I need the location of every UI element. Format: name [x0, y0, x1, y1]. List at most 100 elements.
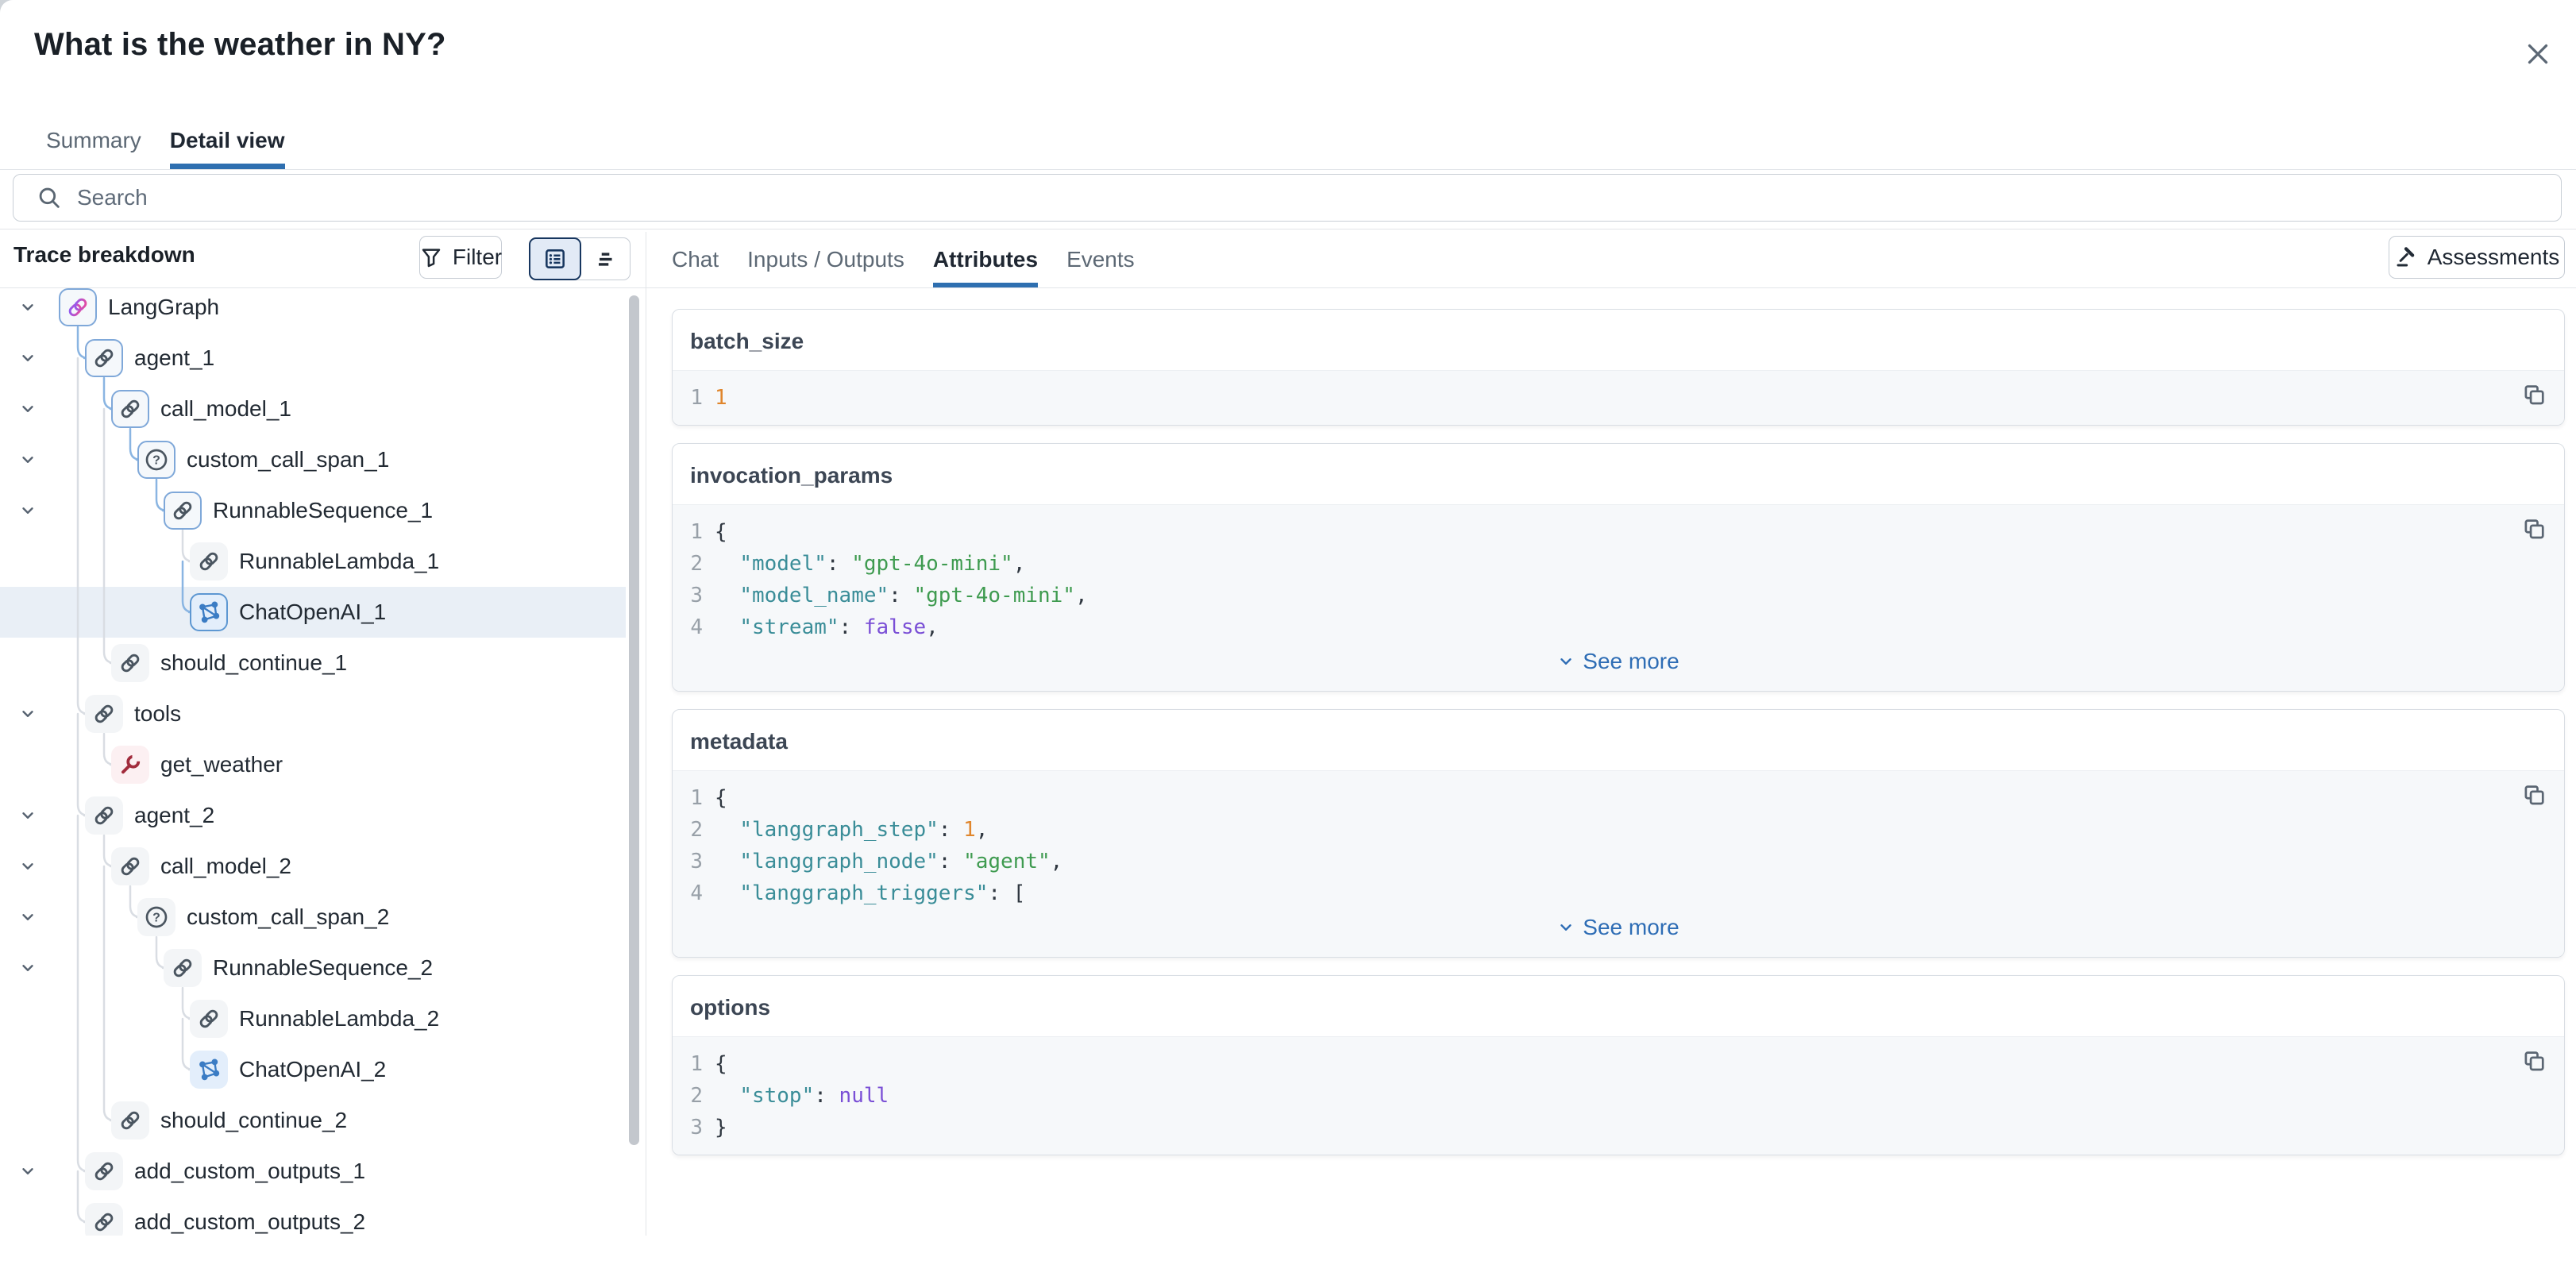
line-number: 1 [673, 516, 703, 548]
attribute-card-title: invocation_params [673, 444, 2564, 504]
chevron-down-icon[interactable] [19, 959, 37, 977]
line-number: 1 [673, 782, 703, 814]
tree-row[interactable]: ChatOpenAI_1 [0, 587, 626, 638]
tree-row[interactable]: should_continue_2 [0, 1095, 626, 1146]
view-toggle-list[interactable] [529, 237, 581, 280]
tree-row[interactable]: get_weather [0, 739, 626, 790]
tree-row[interactable]: LangGraph [0, 287, 626, 333]
copy-icon[interactable] [2520, 382, 2548, 411]
tree-row[interactable]: RunnableLambda_1 [0, 536, 626, 587]
code-line: 4 "stream": false, [673, 611, 2564, 643]
tree-node-label: add_custom_outputs_1 [134, 1146, 365, 1197]
question-icon: ? [137, 441, 175, 479]
detail-tab-attributes[interactable]: Attributes [933, 232, 1038, 287]
tree-row[interactable]: agent_2 [0, 790, 626, 841]
trace-tree: LangGraphagent_1call_model_1?custom_call… [0, 287, 646, 1236]
search-placeholder: Search [77, 185, 148, 210]
list-details-icon [542, 246, 568, 272]
tree-node-label: RunnableLambda_1 [239, 536, 439, 587]
tree-row[interactable]: should_continue_1 [0, 638, 626, 688]
tree-row[interactable]: RunnableSequence_1 [0, 485, 626, 536]
chevron-down-icon[interactable] [19, 502, 37, 519]
model-icon [190, 593, 228, 631]
trace-modal: What is the weather in NY? Summary Detai… [0, 0, 2576, 1261]
tab-detail-view[interactable]: Detail view [170, 118, 285, 164]
see-more-link[interactable]: See more [673, 909, 2564, 946]
chain-icon [190, 1000, 228, 1038]
chain-icon [190, 542, 228, 580]
chain-icon [111, 847, 149, 885]
detail-tab-inputs-outputs[interactable]: Inputs / Outputs [747, 232, 904, 287]
tree-node-label: ChatOpenAI_2 [239, 1044, 386, 1095]
line-number: 3 [673, 580, 703, 611]
chain-icon [111, 644, 149, 682]
tree-row[interactable]: agent_1 [0, 333, 626, 384]
tree-node-label: custom_call_span_2 [187, 892, 389, 943]
chain-icon [85, 1203, 123, 1236]
copy-icon[interactable] [2520, 516, 2548, 545]
tree-row[interactable]: RunnableSequence_2 [0, 943, 626, 993]
detail-tab-events[interactable]: Events [1066, 232, 1135, 287]
close-icon [2524, 40, 2552, 68]
chevron-down-icon[interactable] [19, 1163, 37, 1180]
tree-row[interactable]: add_custom_outputs_2 [0, 1197, 626, 1236]
chevron-down-icon[interactable] [19, 400, 37, 418]
filter-button[interactable]: Filter [419, 236, 502, 279]
chevron-down-icon[interactable] [19, 299, 37, 316]
chevron-down-icon[interactable] [19, 807, 37, 824]
attribute-card-body: 11 [673, 370, 2564, 425]
tree-node-label: add_custom_outputs_2 [134, 1197, 365, 1236]
code-line: 3} [673, 1112, 2564, 1143]
code-line: 11 [673, 382, 2564, 414]
tree-row[interactable]: ChatOpenAI_2 [0, 1044, 626, 1095]
attribute-card-body: 1{2 "langgraph_step": 1,3 "langgraph_nod… [673, 770, 2564, 957]
tab-summary[interactable]: Summary [46, 118, 141, 164]
view-toggle-timeline[interactable] [580, 238, 630, 280]
assessments-button[interactable]: Assessments [2389, 236, 2565, 279]
search-input[interactable]: Search [13, 174, 2562, 222]
tree-node-label: should_continue_2 [160, 1095, 347, 1146]
copy-icon[interactable] [2520, 782, 2548, 811]
detail-tab-bar: Chat Inputs / Outputs Attributes Events [672, 232, 1135, 287]
tree-scrollbar[interactable] [629, 295, 639, 1145]
attribute-card: batch_size 11 [672, 309, 2565, 426]
attribute-card-title: batch_size [673, 310, 2564, 370]
line-number: 3 [673, 1112, 703, 1143]
chevron-down-icon[interactable] [19, 858, 37, 875]
tree-row[interactable]: RunnableLambda_2 [0, 993, 626, 1044]
chevron-down-icon[interactable] [19, 705, 37, 723]
line-number: 2 [673, 548, 703, 580]
model-icon [190, 1051, 228, 1089]
chevron-down-icon[interactable] [19, 349, 37, 367]
line-number: 4 [673, 877, 703, 909]
tree-row[interactable]: call_model_2 [0, 841, 626, 892]
code-line: 3 "model_name": "gpt-4o-mini", [673, 580, 2564, 611]
detail-tab-chat[interactable]: Chat [672, 232, 719, 287]
tree-row[interactable]: add_custom_outputs_1 [0, 1146, 626, 1197]
line-number: 1 [673, 1048, 703, 1080]
see-more-link[interactable]: See more [673, 643, 2564, 680]
chevron-down-icon[interactable] [19, 451, 37, 469]
chevron-down-icon[interactable] [19, 908, 37, 926]
tree-node-label: agent_1 [134, 333, 214, 384]
copy-icon[interactable] [2520, 1048, 2548, 1077]
trace-breakdown-title: Trace breakdown [13, 242, 195, 268]
tree-row[interactable]: ?custom_call_span_1 [0, 434, 626, 485]
filter-button-label: Filter [453, 245, 502, 270]
gavel-icon [2394, 245, 2418, 269]
code-line: 2 "langgraph_step": 1, [673, 814, 2564, 846]
attribute-card: invocation_params1{2 "model": "gpt-4o-mi… [672, 443, 2565, 692]
tree-node-label: tools [134, 688, 181, 739]
search-icon [36, 184, 63, 211]
tree-row[interactable]: tools [0, 688, 626, 739]
tree-node-label: get_weather [160, 739, 283, 790]
line-number: 4 [673, 611, 703, 643]
close-button[interactable] [2519, 35, 2557, 73]
divider [0, 169, 2576, 170]
tree-row[interactable]: ?custom_call_span_2 [0, 892, 626, 943]
wrench-icon [111, 746, 149, 784]
tree-row[interactable]: call_model_1 [0, 384, 626, 434]
chain-icon [164, 949, 202, 987]
code-line: 1{ [673, 782, 2564, 814]
tree-node-label: should_continue_1 [160, 638, 347, 688]
